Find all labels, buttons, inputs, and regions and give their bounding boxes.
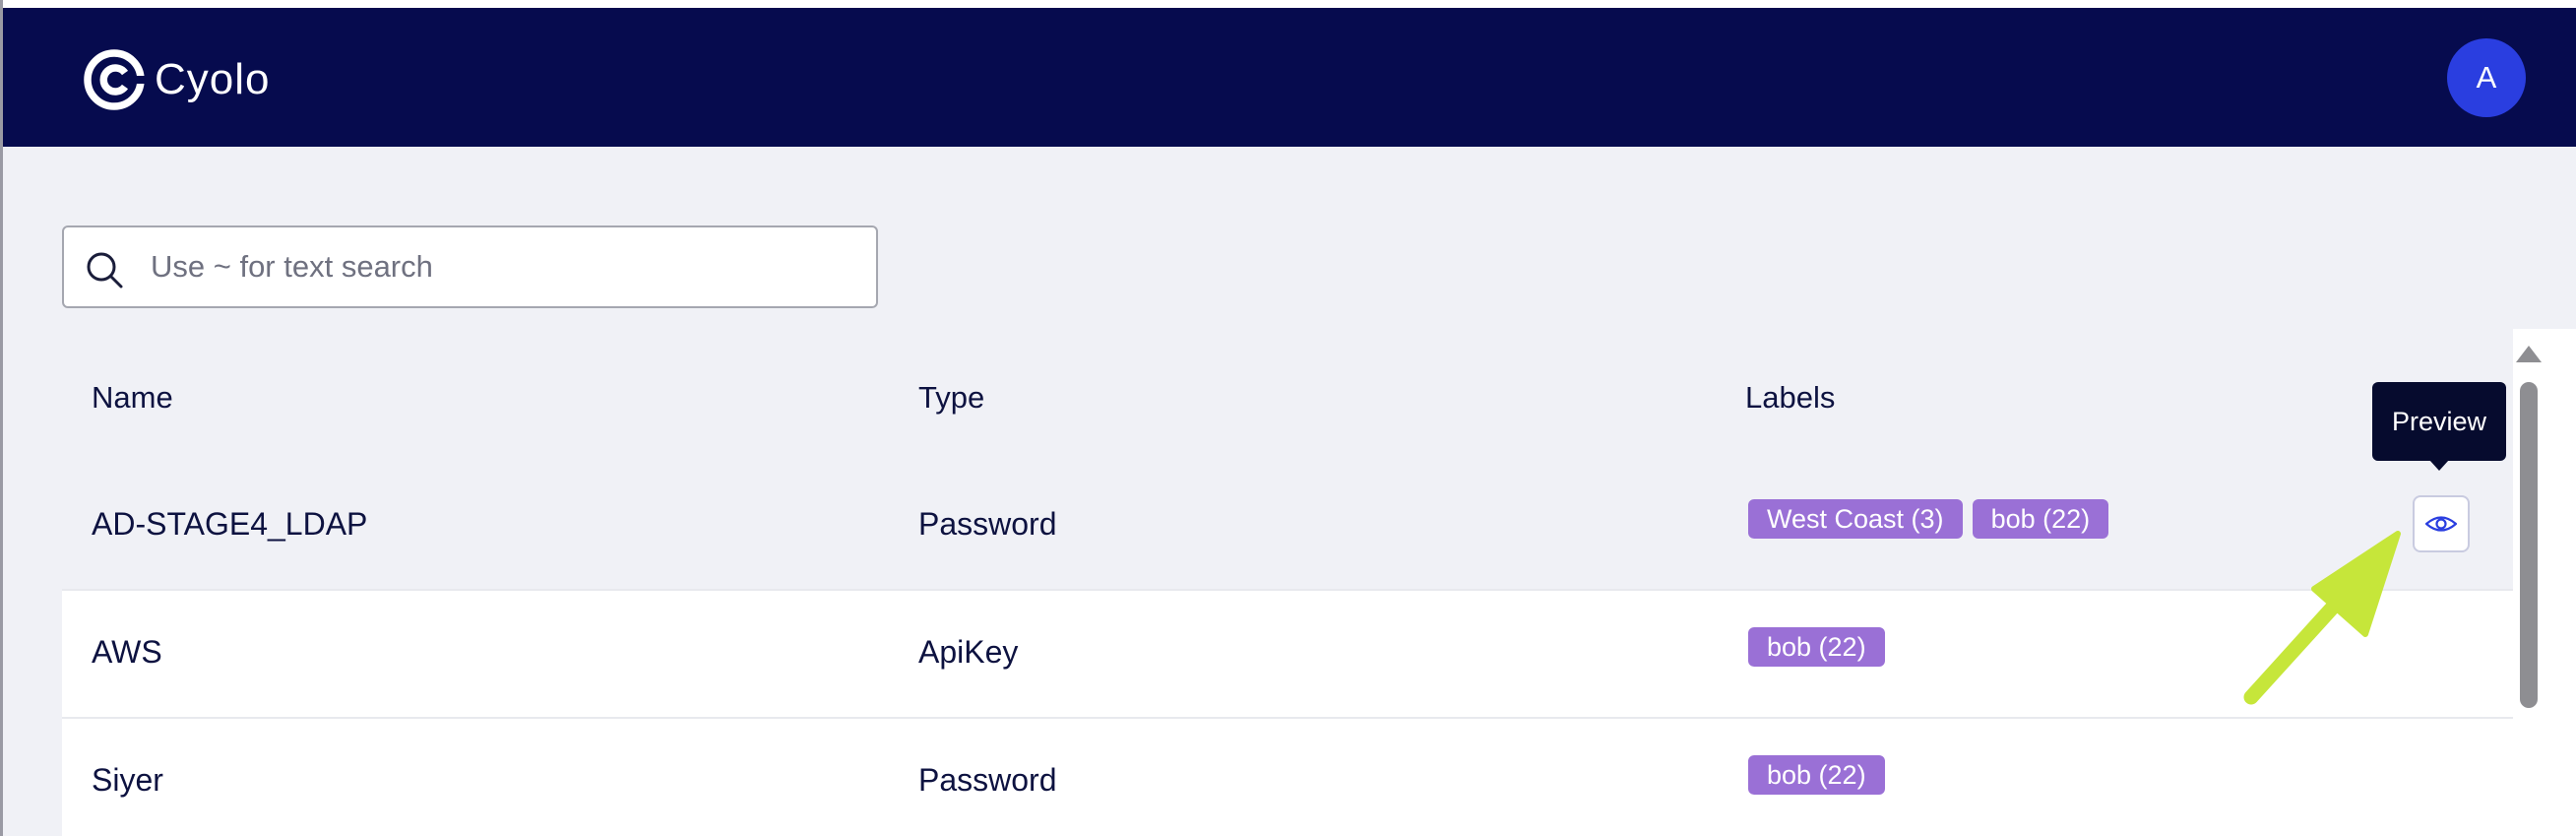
row-type: Password [918,762,1057,798]
preview-tooltip: Preview [2372,382,2506,461]
user-avatar[interactable]: A [2447,38,2526,117]
row-labels: bob (22) [1748,627,1885,667]
column-header-name[interactable]: Name [92,380,173,416]
brand[interactable]: Cyolo [82,45,271,114]
search-icon [87,252,123,289]
cyolo-logo-icon [84,49,147,110]
preview-button[interactable] [2413,495,2470,552]
eye-icon [2424,516,2458,532]
row-type: Password [918,506,1057,542]
table-row[interactable]: AWS ApiKey bob (22) [62,591,2513,719]
scrollbar-thumb[interactable] [2520,382,2538,708]
column-header-labels[interactable]: Labels [1745,380,1835,416]
app-name: Cyolo [155,55,271,103]
search-box [62,225,878,308]
column-header-type[interactable]: Type [918,380,984,416]
annotation-arrow-icon [2243,531,2401,705]
search-input[interactable] [151,237,859,296]
table-row[interactable]: Siyer Password bob (22) [62,719,2513,836]
table-row[interactable]: AD-STAGE4_LDAP Password West Coast (3) b… [62,463,2513,591]
label-badge[interactable]: West Coast (3) [1748,499,1963,539]
window-top-edge [0,0,2576,8]
row-labels: West Coast (3) bob (22) [1748,499,2109,539]
table-header: Name Type Labels [62,329,2513,463]
row-name: AWS [92,634,162,670]
label-badge[interactable]: bob (22) [1748,627,1885,667]
row-labels: bob (22) [1748,755,1885,795]
label-badge[interactable]: bob (22) [1748,755,1885,795]
row-type: ApiKey [918,634,1019,670]
label-badge[interactable]: bob (22) [1972,499,2109,539]
row-name: AD-STAGE4_LDAP [92,506,368,542]
row-name: Siyer [92,762,163,798]
credentials-table: Name Type Labels AD-STAGE4_LDAP Password… [62,329,2513,836]
tooltip-pointer [2429,460,2449,471]
scroll-up-arrow-icon[interactable] [2516,346,2542,362]
top-bar: Cyolo A [3,8,2576,147]
page: Cyolo A Name Type Labels AD-STAGE4_LDAP … [3,8,2576,836]
